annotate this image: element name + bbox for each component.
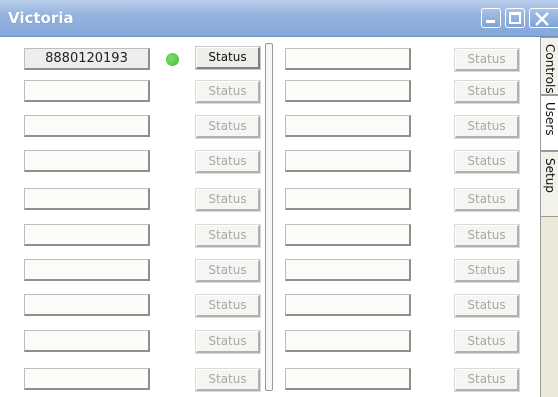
status-button[interactable]: Status [195,150,261,174]
user-number-field[interactable] [285,150,411,172]
user-number-field[interactable] [285,48,411,70]
user-number-field[interactable] [24,368,150,390]
user-number-field[interactable] [285,294,411,316]
status-button[interactable]: Status [195,224,261,248]
user-number-field[interactable] [285,224,411,246]
status-button[interactable]: Status [454,294,520,318]
user-number-field[interactable] [285,80,411,102]
status-button[interactable]: Status [454,330,520,354]
status-button[interactable]: Status [454,224,520,248]
user-number-field[interactable] [285,368,411,390]
status-button[interactable]: Status [195,188,261,212]
online-status-indicator [166,53,179,66]
status-button[interactable]: Status [454,188,520,212]
user-number-field[interactable] [285,259,411,281]
status-button[interactable]: Status [195,259,261,283]
user-number-field[interactable] [24,150,150,172]
tab-setup-label: Setup [543,158,557,193]
user-number-field[interactable] [24,80,150,102]
status-button[interactable]: Status [195,46,261,70]
maximize-button[interactable] [505,8,525,28]
column-splitter[interactable] [265,43,273,391]
title-bar[interactable]: Victoria [0,0,558,37]
user-number-field[interactable] [285,330,411,352]
status-button[interactable]: Status [195,368,261,392]
status-button[interactable]: Status [454,259,520,283]
user-number-field[interactable] [24,115,150,137]
user-number-field[interactable] [24,224,150,246]
user-number-field[interactable] [24,259,150,281]
user-number-field[interactable] [285,188,411,210]
tab-controls[interactable]: Controls [541,37,558,95]
vertical-tab-strip: Controls Users Setup [540,37,558,397]
tab-users-label: Users [543,102,557,136]
status-button[interactable]: Status [454,48,520,72]
tab-controls-label: Controls [543,44,557,94]
tab-setup[interactable]: Setup [541,151,558,217]
user-number-field[interactable] [24,188,150,210]
minimize-button[interactable] [481,8,501,28]
user-number-field[interactable] [24,330,150,352]
close-icon [535,12,549,26]
status-button[interactable]: Status [195,80,261,104]
status-button[interactable]: Status [454,368,520,392]
user-slots-panel: 8880120193 Status Status Status Status S… [0,37,540,397]
status-button[interactable]: Status [195,115,261,139]
status-button[interactable]: Status [454,115,520,139]
user-number-field[interactable]: 8880120193 [24,48,150,70]
status-button[interactable]: Status [454,150,520,174]
status-button[interactable]: Status [454,80,520,104]
app-window: Victoria 8880120193 Status Status Status… [0,0,558,397]
status-button[interactable]: Status [195,330,261,354]
user-number-field[interactable] [285,115,411,137]
user-number-field[interactable] [24,294,150,316]
tab-users[interactable]: Users [541,95,558,151]
window-title: Victoria [8,9,74,27]
close-button[interactable] [529,8,558,28]
status-button[interactable]: Status [195,294,261,318]
